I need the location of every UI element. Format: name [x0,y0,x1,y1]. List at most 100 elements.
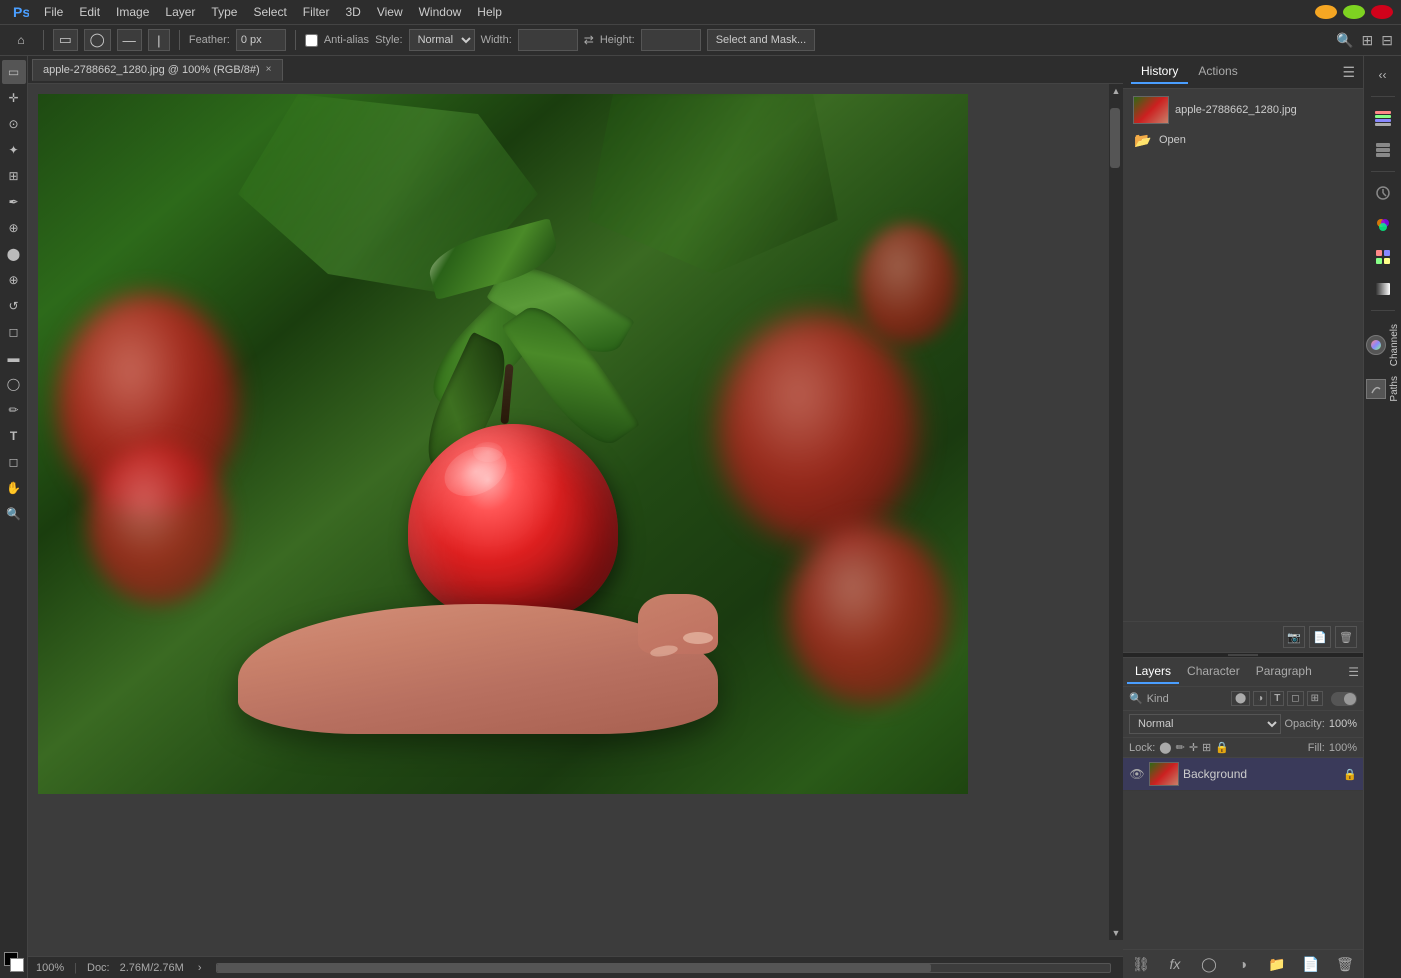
scroll-down-btn[interactable]: ▼ [1109,926,1123,940]
foreground-color[interactable] [2,950,26,974]
blend-mode-select[interactable]: Normal [1129,714,1281,734]
hand-tool[interactable]: ✋ [2,476,26,500]
actions-tab[interactable]: Actions [1188,60,1247,84]
new-layer-btn[interactable]: 📄 [1301,954,1321,974]
properties-icon-btn[interactable] [1368,178,1398,208]
menu-layer[interactable]: Layer [157,3,203,21]
single-row-btn[interactable]: — [117,29,142,51]
layout-icon[interactable]: ⊞ [1362,32,1374,49]
brush-tool[interactable]: ⬤ [2,242,26,266]
history-tab[interactable]: History [1131,60,1188,84]
heal-tool[interactable]: ⊕ [2,216,26,240]
lock-artboard-btn[interactable]: ⊞ [1202,741,1211,754]
expand-icon[interactable]: ⊟ [1381,32,1393,49]
new-group-btn[interactable]: 📁 [1267,954,1287,974]
lock-image-btn[interactable]: ✏ [1176,741,1185,754]
svg-text:Ps: Ps [13,4,29,20]
link-layers-btn[interactable]: ⛓ [1131,954,1151,974]
anti-alias-checkbox[interactable] [305,34,318,47]
layer-visibility-toggle[interactable]: 👁 [1129,767,1145,781]
delete-state-btn[interactable]: 🗑 [1335,626,1357,648]
history-panel-menu[interactable]: ☰ [1342,64,1355,81]
filter-type-icon[interactable]: T [1270,691,1284,706]
filter-adjust-icon[interactable]: ◑ [1253,691,1267,706]
lock-position-btn[interactable]: ✛ [1189,741,1198,754]
eyedropper-tool[interactable]: ✒ [2,190,26,214]
lock-pixels-btn[interactable]: ⬤ [1159,741,1171,754]
color-icon-btn[interactable] [1368,210,1398,240]
gradients-icon-btn[interactable] [1368,274,1398,304]
menu-file[interactable]: File [36,3,71,21]
delete-layer-btn[interactable]: 🗑 [1335,954,1355,974]
history-brush-tool[interactable]: ↺ [2,294,26,318]
menu-3d[interactable]: 3D [337,3,368,21]
crop-tool[interactable]: ⊞ [2,164,26,188]
width-input[interactable] [518,29,578,51]
history-snapshot-item[interactable]: apple-2788662_1280.jpg [1127,93,1359,127]
filter-shape-icon[interactable]: ◻ [1287,691,1303,706]
menu-image[interactable]: Image [108,3,157,21]
maximize-btn[interactable] [1343,5,1365,19]
scroll-right-btn[interactable]: › [198,962,202,974]
style-select[interactable]: Normal [409,29,475,51]
paragraph-tab[interactable]: Paragraph [1248,660,1320,684]
text-tool[interactable]: T [2,424,26,448]
gradient-tool[interactable]: ▬ [2,346,26,370]
history-open-item[interactable]: 📂 Open [1127,127,1359,153]
clone-tool[interactable]: ⊕ [2,268,26,292]
shape-tool[interactable]: ◻ [2,450,26,474]
add-mask-btn[interactable]: ◯ [1199,954,1219,974]
menu-type[interactable]: Type [203,3,245,21]
pen-tool[interactable]: ✏ [2,398,26,422]
marquee-ellipse-btn[interactable]: ◯ [84,29,111,51]
filter-smart-icon[interactable]: ⊞ [1307,691,1323,706]
create-snapshot-btn[interactable]: 📷 [1283,626,1305,648]
menu-window[interactable]: Window [411,3,470,21]
paths-label-btn[interactable]: Paths [1364,373,1401,405]
menu-select[interactable]: Select [245,3,294,21]
single-col-btn[interactable]: | [148,29,170,51]
magic-wand-tool[interactable]: ✦ [2,138,26,162]
eraser-tool[interactable]: ◻ [2,320,26,344]
swap-icon[interactable]: ⇄ [584,33,594,47]
lock-all-btn[interactable]: 🔒 [1215,741,1229,754]
dodge-tool[interactable]: ◯ [2,372,26,396]
channels-icon-btn[interactable] [1368,103,1398,133]
new-fill-btn[interactable]: ◑ [1233,954,1253,974]
canvas-container[interactable]: ▲ ▼ [28,84,1123,956]
layer-item-background[interactable]: 👁 Background 🔒 [1123,758,1363,791]
swatches-icon-btn[interactable] [1368,242,1398,272]
layers-panel-menu[interactable]: ☰ [1348,665,1359,679]
minimize-btn[interactable] [1315,5,1337,19]
zoom-tool[interactable]: 🔍 [2,502,26,526]
channels-label-btn[interactable]: Channels [1364,321,1401,369]
add-fx-btn[interactable]: fx [1165,954,1185,974]
document-tab[interactable]: apple-2788662_1280.jpg @ 100% (RGB/8#) × [32,59,283,81]
feather-input[interactable] [236,29,286,51]
lasso-tool[interactable]: ⊙ [2,112,26,136]
select-mask-btn[interactable]: Select and Mask... [707,29,816,51]
menu-help[interactable]: Help [469,3,510,21]
tools-panel: ▭ ✛ ⊙ ✦ ⊞ ✒ ⊕ ⬤ ⊕ ↺ ◻ ▬ ◯ ✏ T ◻ ✋ 🔍 [0,56,28,978]
create-document-btn[interactable]: 📄 [1309,626,1331,648]
layers-tab[interactable]: Layers [1127,660,1179,684]
close-btn[interactable] [1371,5,1393,19]
scroll-up-btn[interactable]: ▲ [1109,84,1123,98]
menu-edit[interactable]: Edit [71,3,108,21]
history-open-label: Open [1159,134,1186,146]
height-input[interactable] [641,29,701,51]
filter-toggle[interactable] [1331,692,1357,706]
vertical-scrollbar[interactable]: ▲ ▼ [1109,84,1123,940]
move-tool[interactable]: ✛ [2,86,26,110]
marquee-tool[interactable]: ▭ [2,60,26,84]
character-tab[interactable]: Character [1179,660,1248,684]
filter-pixel-icon[interactable]: ⬤ [1231,691,1250,706]
tab-close-btn[interactable]: × [266,64,272,75]
layers-icon-btn[interactable] [1368,135,1398,165]
menu-view[interactable]: View [369,3,411,21]
search-icon[interactable]: 🔍 [1336,32,1353,49]
collapse-panel-btn[interactable]: ‹‹ [1368,60,1398,90]
home-btn[interactable]: ⌂ [8,27,34,53]
marquee-rect-btn[interactable]: ▭ [53,29,78,51]
menu-filter[interactable]: Filter [295,3,338,21]
